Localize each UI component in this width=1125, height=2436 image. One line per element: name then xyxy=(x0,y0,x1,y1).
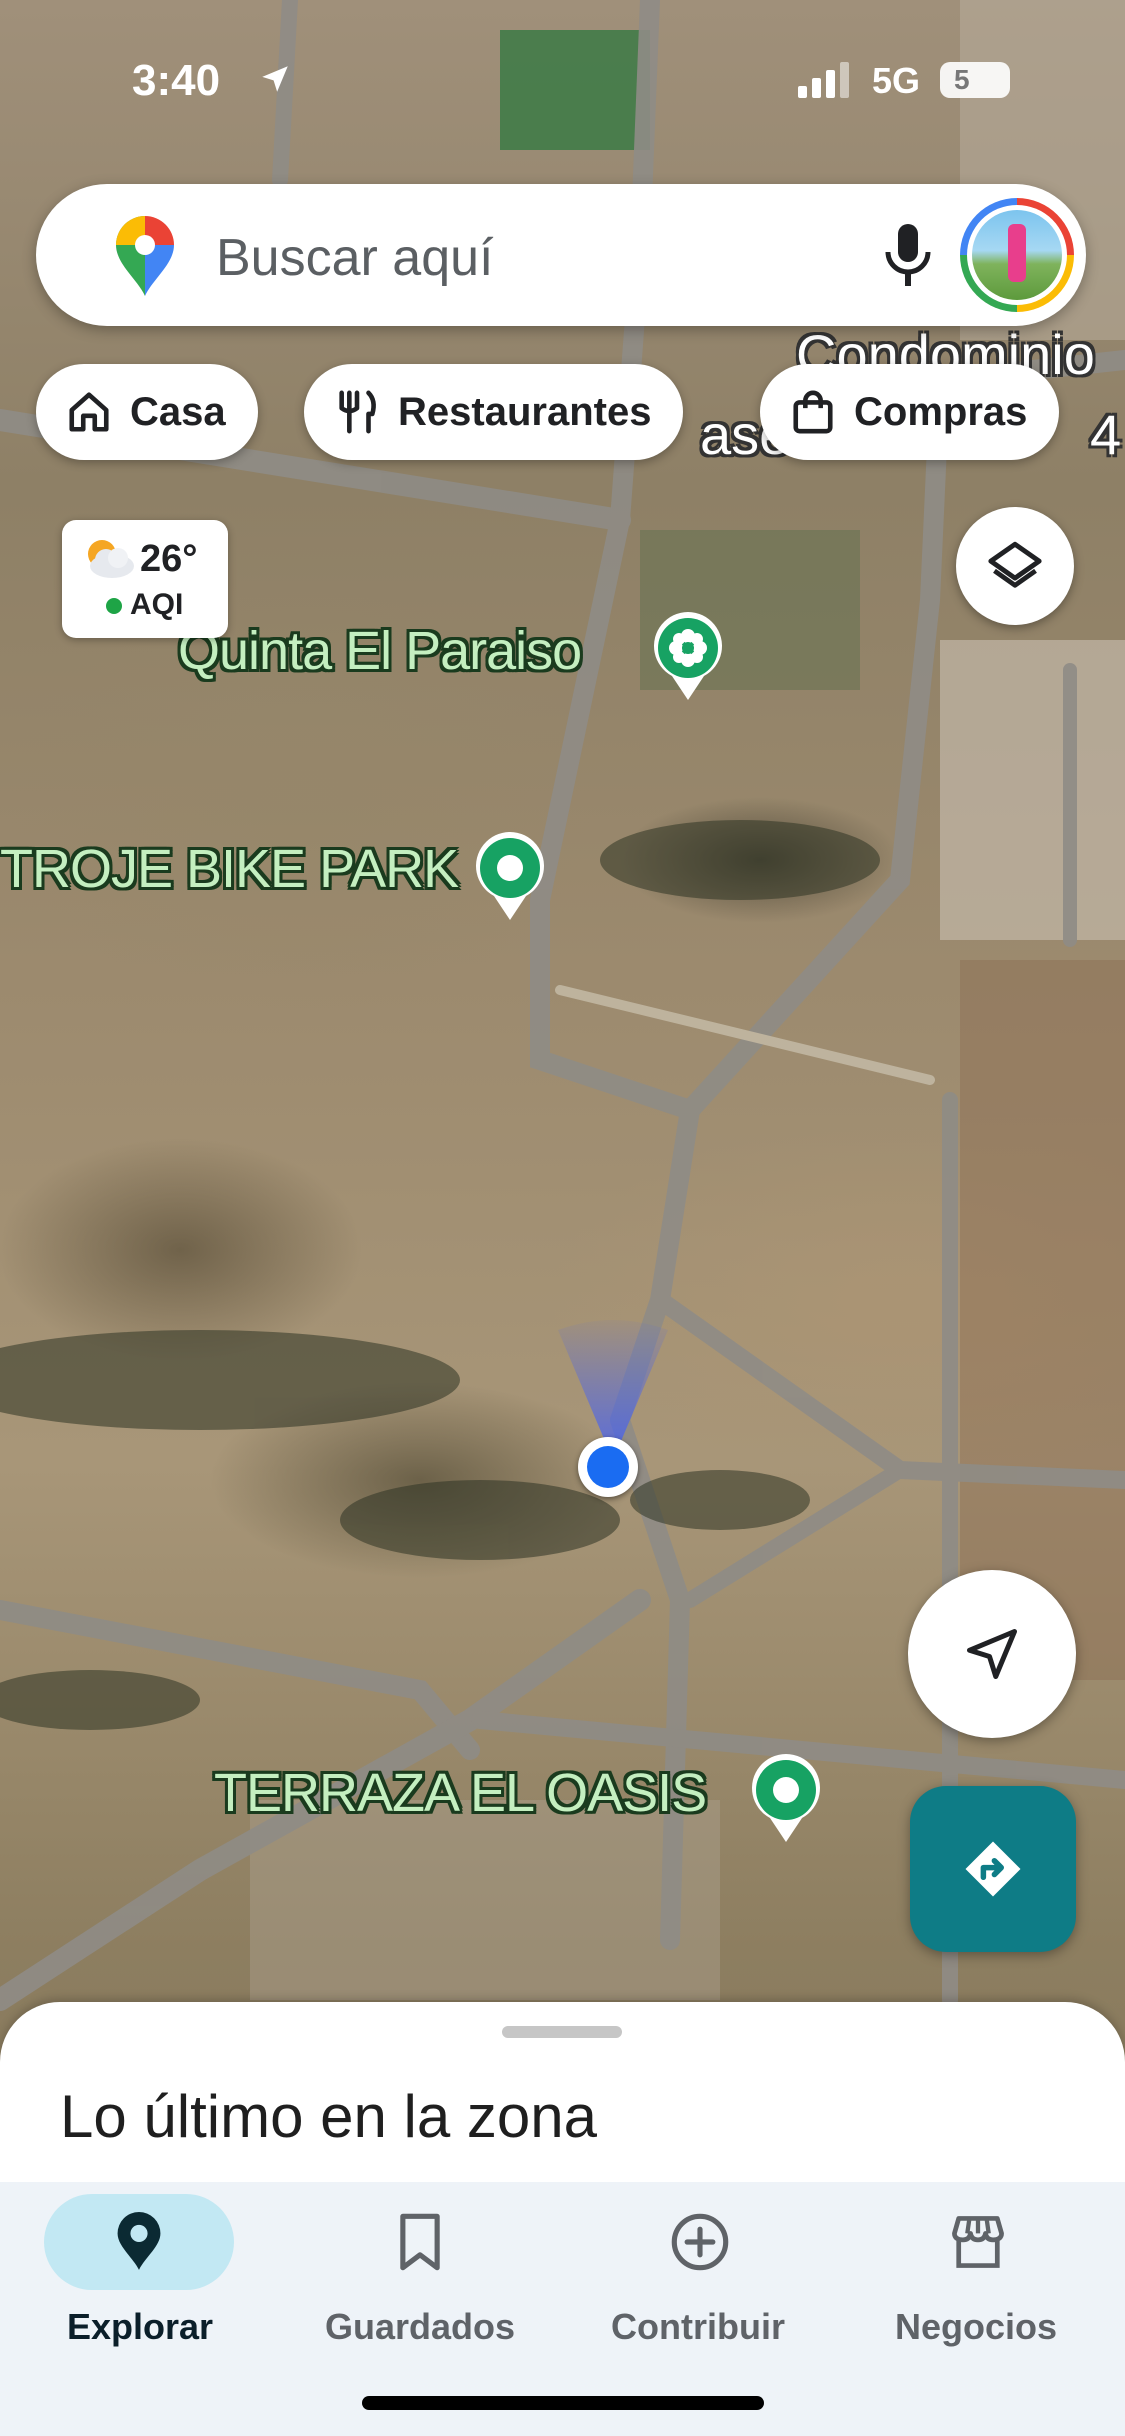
chip-casa[interactable]: Casa xyxy=(36,364,258,460)
add-circle-icon xyxy=(671,2213,729,2271)
my-location-button[interactable] xyxy=(908,1570,1076,1738)
status-time: 3:40 xyxy=(132,56,221,105)
signal-icon xyxy=(798,62,849,98)
search-input[interactable]: Buscar aquí xyxy=(216,228,494,288)
chip-compras[interactable]: Compras xyxy=(760,364,1060,460)
nav-label: Negocios xyxy=(894,2306,1058,2347)
location-pin-icon xyxy=(117,2212,161,2270)
directions-icon xyxy=(965,1841,1021,1897)
avatar-photo xyxy=(972,210,1062,300)
microphone-icon[interactable] xyxy=(882,224,934,288)
sheet-drag-handle[interactable] xyxy=(502,2026,622,2038)
status-bar: 3:40 5G 5 xyxy=(0,0,1125,160)
google-maps-logo-icon xyxy=(116,216,174,296)
nav-tab-negocios[interactable]: Negocios xyxy=(836,2182,1116,2382)
home-indicator[interactable] xyxy=(362,2396,764,2410)
avatar[interactable] xyxy=(960,198,1074,312)
park-pin-icon[interactable] xyxy=(748,1752,824,1844)
chip-restaurantes[interactable]: Restaurantes xyxy=(304,364,684,460)
directions-button[interactable] xyxy=(910,1786,1076,1952)
nav-active-indicator xyxy=(44,2194,234,2290)
partly-cloudy-icon xyxy=(88,540,134,578)
nav-tab-guardados[interactable]: Guardados xyxy=(280,2182,560,2382)
nav-tab-contribuir[interactable]: Contribuir xyxy=(558,2182,838,2382)
current-location-dot xyxy=(578,1437,638,1497)
place-label-terraza-el-oasis[interactable]: TERRAZA EL OASIS xyxy=(214,1762,707,1824)
nav-tab-explorar[interactable]: Explorar xyxy=(0,2182,280,2382)
shopping-bag-icon xyxy=(793,390,833,434)
home-icon xyxy=(69,392,109,432)
place-label-troje-bike-park[interactable]: TROJE BIKE PARK xyxy=(0,838,459,900)
battery-level: 5 xyxy=(954,64,970,95)
network-type: 5G xyxy=(872,60,921,101)
aqi-status-dot xyxy=(106,598,122,614)
nav-label: Contribuir xyxy=(611,2306,785,2347)
aqi-label: AQI xyxy=(130,588,184,621)
location-arrow-icon xyxy=(262,66,288,92)
map-area-label-fragment: 4 xyxy=(1090,403,1122,466)
park-pin-icon[interactable] xyxy=(472,830,548,922)
chip-label: Casa xyxy=(130,389,226,434)
sheet-title: Lo último en la zona xyxy=(60,2083,598,2150)
nav-label: Guardados xyxy=(324,2306,516,2347)
weather-temp: 26° xyxy=(140,538,198,580)
search-bar[interactable]: Buscar aquí xyxy=(36,184,1086,326)
battery-icon: 5 xyxy=(940,62,1010,98)
nav-label: Explorar xyxy=(66,2306,214,2347)
chip-label: Restaurantes xyxy=(398,389,652,434)
fork-knife-icon xyxy=(339,390,376,434)
layers-icon xyxy=(988,541,1042,588)
chip-label: Compras xyxy=(854,389,1028,434)
flower-pin-icon[interactable] xyxy=(650,610,726,702)
weather-widget[interactable]: 26° AQI xyxy=(62,520,228,638)
navigation-arrow-icon xyxy=(967,1629,1017,1679)
layers-button[interactable] xyxy=(956,507,1074,625)
storefront-icon xyxy=(952,2216,1004,2268)
place-label-quinta-el-paraiso[interactable]: Quinta El Paraiso xyxy=(178,620,582,682)
bookmark-icon xyxy=(400,2213,440,2271)
